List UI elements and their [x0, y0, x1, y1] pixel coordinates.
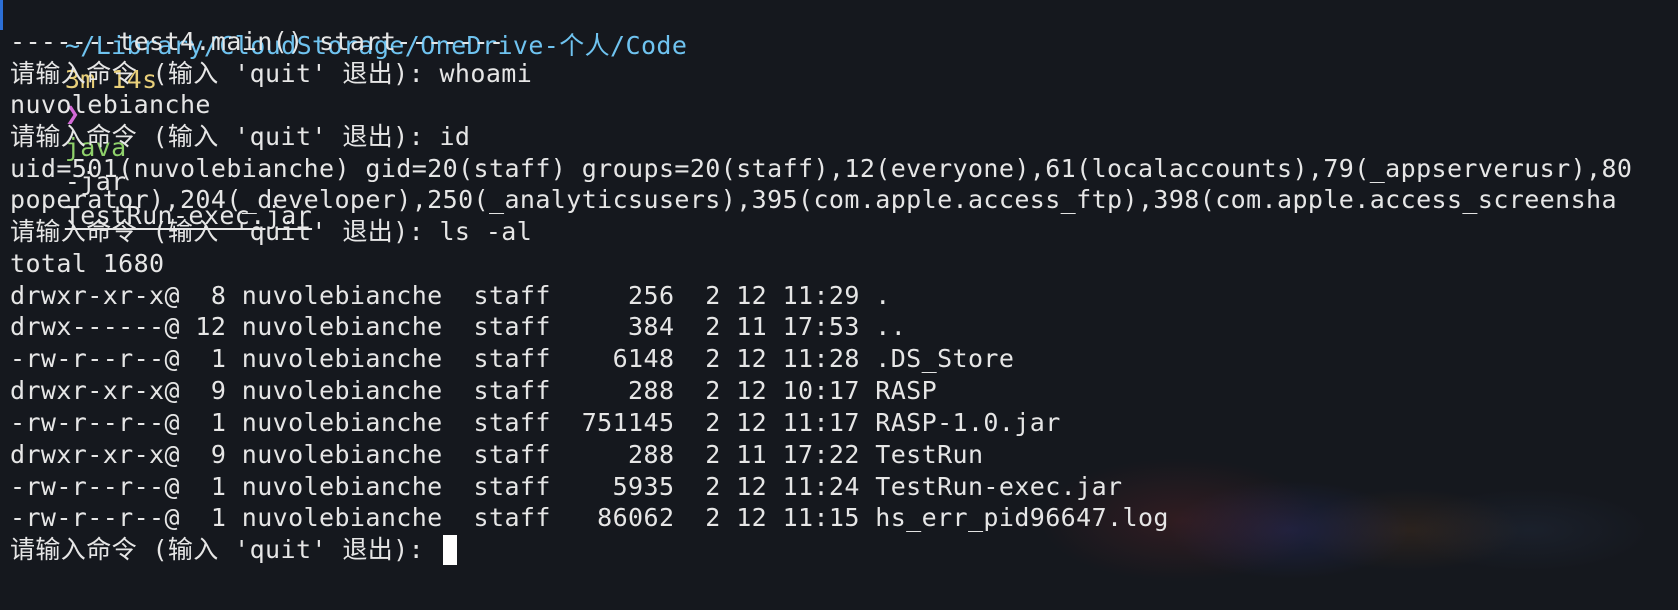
- input-prompt-line[interactable]: 请输入命令 (输入 'quit' 退出):: [10, 533, 458, 567]
- output-line: total 1680: [10, 249, 165, 278]
- output-line: nuvolebianche: [10, 90, 211, 119]
- text-cursor[interactable]: [443, 535, 458, 565]
- output-line: poperator),204(_developer),250(_analytic…: [10, 185, 1617, 214]
- input-prompt-text: 请输入命令 (输入 'quit' 退出):: [10, 535, 440, 564]
- output-line: -------test4.main() start-------: [10, 27, 505, 56]
- listing-row: -rw-r--r--@ 1 nuvolebianche staff 6148 2…: [10, 344, 1015, 373]
- listing-row: drwx------@ 12 nuvolebianche staff 384 2…: [10, 312, 907, 341]
- listing-row: drwxr-xr-x@ 8 nuvolebianche staff 256 2 …: [10, 281, 891, 310]
- output-line: uid=501(nuvolebianche) gid=20(staff) gro…: [10, 154, 1633, 183]
- listing-row: drwxr-xr-x@ 9 nuvolebianche staff 288 2 …: [10, 440, 984, 469]
- listing-row: -rw-r--r--@ 1 nuvolebianche staff 751145…: [10, 408, 1061, 437]
- output-line: 请输入命令 (输入 'quit' 退出): ls -al: [10, 217, 533, 246]
- terminal-window[interactable]: ~/Library/CloudStorage/OneDrive-个人/Code …: [0, 0, 1678, 610]
- output-line: 请输入命令 (输入 'quit' 退出): id: [10, 122, 471, 151]
- listing-row: -rw-r--r--@ 1 nuvolebianche staff 5935 2…: [10, 472, 1123, 501]
- output-line: 请输入命令 (输入 'quit' 退出): whoami: [10, 59, 533, 88]
- listing-row: drwxr-xr-x@ 9 nuvolebianche staff 288 2 …: [10, 376, 938, 405]
- listing-row: -rw-r--r--@ 1 nuvolebianche staff 86062 …: [10, 503, 1169, 532]
